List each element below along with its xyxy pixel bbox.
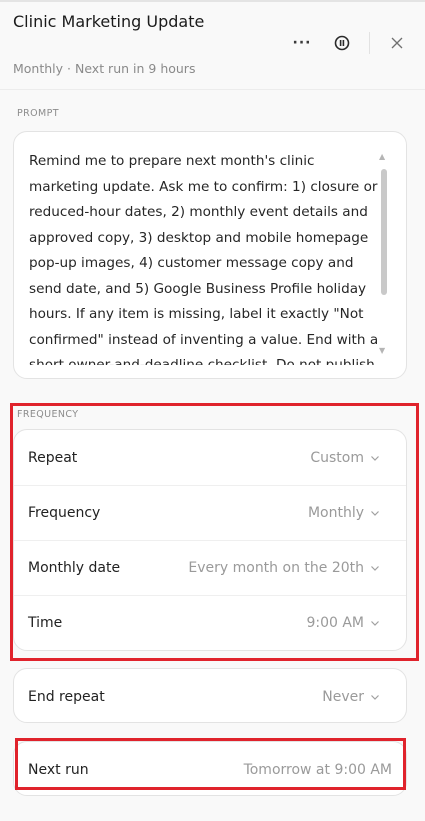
pause-button[interactable] [329, 30, 355, 56]
more-options-button[interactable]: ··· [289, 30, 315, 56]
monthly-date-value: Every month on the 20th [188, 560, 364, 576]
prompt-scrollbar-thumb[interactable] [381, 169, 387, 295]
chevron-down-icon [371, 566, 379, 571]
prompt-text[interactable]: Remind me to prepare next month's clinic… [29, 149, 379, 365]
close-button[interactable] [384, 30, 410, 56]
repeat-row[interactable]: Repeat Custom [14, 430, 406, 485]
end-repeat-value: Never [322, 688, 364, 705]
end-repeat-row[interactable]: End repeat Never [14, 669, 406, 724]
time-value: 9:00 AM [306, 615, 364, 631]
time-label: Time [28, 615, 63, 631]
chevron-down-icon [371, 511, 379, 516]
next-run-card: Next run Tomorrow at 9:00 AM [13, 741, 407, 796]
next-run-row: Next run Tomorrow at 9:00 AM [14, 742, 406, 797]
frequency-label: Frequency [28, 505, 101, 521]
end-repeat-dropdown[interactable]: Never [322, 689, 380, 705]
frequency-row[interactable]: Frequency Monthly [14, 485, 406, 540]
next-run-label: Next run [28, 761, 89, 778]
frequency-section-label: FREQUENCY [17, 409, 79, 420]
pause-circle-icon [334, 35, 350, 51]
prompt-box[interactable]: Remind me to prepare next month's clinic… [13, 131, 407, 379]
task-title: Clinic Marketing Update [13, 12, 205, 31]
chevron-down-icon [371, 455, 379, 461]
monthly-date-label: Monthly date [28, 560, 121, 576]
top-border [0, 0, 425, 2]
time-row[interactable]: Time 9:00 AM [14, 595, 406, 650]
end-repeat-card: End repeat Never [13, 668, 407, 723]
more-horizontal-icon: ··· [292, 35, 312, 51]
close-icon [391, 37, 403, 49]
header-separator [0, 89, 425, 90]
scroll-down-arrow-icon[interactable]: ▼ [379, 346, 385, 355]
frequency-value: Monthly [307, 505, 364, 521]
schedule-summary: Monthly · Next run in 9 hours [13, 61, 196, 76]
prompt-section-label: PROMPT [17, 108, 59, 119]
monthly-date-row[interactable]: Monthly date Every month on the 20th [14, 540, 406, 595]
chevron-down-icon [371, 694, 379, 700]
next-run-value: Tomorrow at 9:00 AM [243, 761, 392, 778]
chevron-down-icon [371, 621, 379, 626]
scroll-up-arrow-icon[interactable]: ▲ [379, 152, 385, 161]
repeat-label: Repeat [28, 449, 78, 466]
repeat-value: Custom [310, 449, 364, 466]
header-divider [369, 32, 370, 54]
monthly-date-dropdown[interactable]: Every month on the 20th [188, 560, 380, 576]
end-repeat-label: End repeat [28, 688, 105, 705]
frequency-card: Repeat Custom Frequency Monthly Monthly … [13, 429, 407, 651]
repeat-dropdown[interactable]: Custom [310, 450, 380, 466]
time-dropdown[interactable]: 9:00 AM [306, 615, 380, 631]
frequency-dropdown[interactable]: Monthly [308, 505, 380, 521]
